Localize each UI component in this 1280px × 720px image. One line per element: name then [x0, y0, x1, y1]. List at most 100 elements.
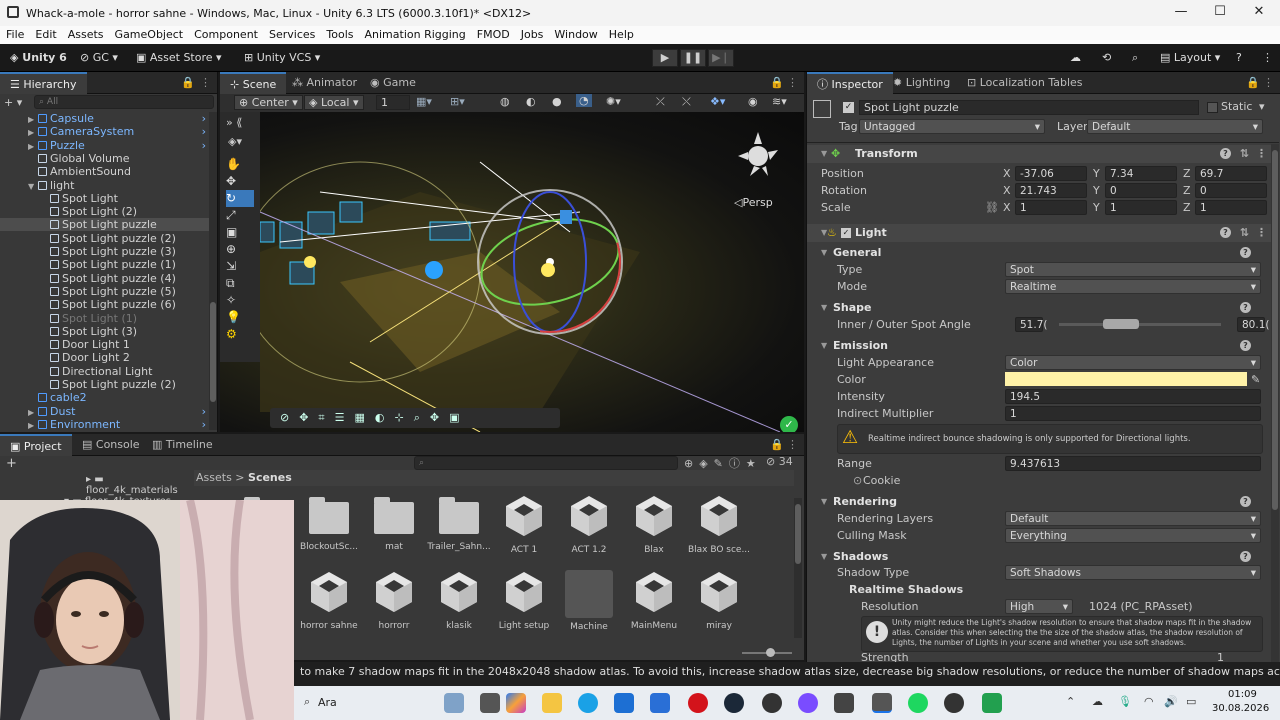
rect-tool-icon[interactable]: ▣	[226, 224, 254, 241]
probe-icon[interactable]: ⚙	[226, 326, 254, 343]
more-icon[interactable]: ⋮	[787, 76, 798, 89]
shading-shaded-icon[interactable]: ●	[552, 95, 562, 108]
chevron-right-icon[interactable]: ›	[202, 405, 206, 418]
space-dropdown[interactable]: ◈ Local ▾	[304, 95, 364, 110]
visibility-icon[interactable]: ◉	[748, 95, 758, 108]
asset-item[interactable]: BlockoutSc...	[297, 494, 361, 552]
rendering-section[interactable]: ▼ Rendering?	[807, 493, 1279, 511]
gizmos-icon[interactable]: ❖▾	[710, 95, 725, 108]
cookie-label[interactable]: Cookie	[863, 472, 900, 489]
snap-icon[interactable]: ⊞▾	[450, 95, 465, 108]
expand-arrow-icon[interactable]: ▶	[28, 126, 38, 139]
expand-arrow-icon[interactable]: ▶	[28, 419, 38, 430]
menu-component[interactable]: Component	[188, 26, 263, 41]
menu-window[interactable]: Window	[548, 26, 602, 41]
menu-jobs[interactable]: Jobs	[515, 26, 549, 41]
persp-label[interactable]: ◁Persp	[734, 196, 773, 209]
hand-tool-icon[interactable]: ✋	[226, 156, 254, 173]
chevron-right-icon[interactable]: ›	[202, 112, 206, 125]
app-icon[interactable]	[944, 693, 964, 713]
scene-viewport[interactable]: » ⟪ ◈▾ ✋ ✥ ↻ ⤢ ▣ ⊕ ⇲ ⧉ ✧ 💡 ⚙ ◁Persp ⊘✥⌗☰…	[220, 112, 804, 432]
step-button[interactable]: ▶❘	[708, 49, 734, 67]
menu-file[interactable]: File	[0, 26, 29, 41]
rotate-tool-icon[interactable]: ↻	[226, 190, 254, 207]
history-icon[interactable]: ⟲	[1098, 49, 1115, 67]
store-icon[interactable]	[614, 693, 634, 713]
steam-icon[interactable]	[724, 693, 744, 713]
component-menu-icon[interactable]: ⋮	[1256, 224, 1267, 242]
rotation-z-field[interactable]: 0	[1195, 183, 1267, 198]
rotation-x-field[interactable]: 21.743	[1015, 183, 1087, 198]
help-icon[interactable]: ?	[1220, 227, 1231, 238]
presets-icon[interactable]: ⇅	[1240, 145, 1249, 163]
lighting-icon[interactable]: ✺▾	[606, 95, 621, 108]
audio-icon[interactable]: ⤬	[682, 95, 691, 109]
link-icon[interactable]: ⛓	[985, 199, 999, 216]
shark-widget-icon[interactable]	[444, 693, 464, 713]
position-x-field[interactable]: -37.06	[1015, 166, 1087, 181]
asset-item[interactable]: mat	[362, 494, 426, 552]
asset-item[interactable]: MainMenu	[622, 570, 686, 631]
scale-x-field[interactable]: 1	[1015, 200, 1087, 215]
tab-scene[interactable]: ⊹ Scene	[220, 72, 287, 94]
help-icon[interactable]: ?	[1220, 148, 1231, 159]
position-z-field[interactable]: 69.7	[1195, 166, 1267, 181]
asset-item[interactable]: klasik	[427, 570, 491, 631]
object-name-field[interactable]: Spot Light puzzle	[859, 100, 1199, 115]
hierarchy-item[interactable]: Spot Light (1)	[0, 312, 210, 325]
hierarchy-item[interactable]: Spot Light puzzle (3)	[0, 245, 210, 258]
layer-dropdown[interactable]: Default ▾	[1087, 119, 1263, 134]
spotify-icon[interactable]	[908, 693, 928, 713]
outer-angle-field[interactable]: 80.1(	[1237, 317, 1269, 332]
lock-icon[interactable]: 🔒	[1246, 76, 1260, 89]
icon-size-handle[interactable]	[766, 648, 775, 657]
spot-angle-range-handle[interactable]	[1103, 319, 1139, 329]
tab-hierarchy[interactable]: ☰ Hierarchy	[0, 72, 87, 94]
expand-arrow-icon[interactable]: ▼	[28, 180, 38, 193]
menu-edit[interactable]: Edit	[29, 26, 61, 41]
menu-assets[interactable]: Assets	[62, 26, 109, 41]
asset-item[interactable]: ACT 1.2	[557, 494, 621, 555]
menu-gameobject[interactable]: GameObject	[109, 26, 189, 41]
scale-y-field[interactable]: 1	[1105, 200, 1177, 215]
eyedropper-icon[interactable]: ✎	[1251, 371, 1260, 388]
obs-icon[interactable]	[762, 693, 782, 713]
culling-mask-dropdown[interactable]: Everything ▾	[1005, 528, 1261, 543]
hierarchy-item[interactable]: ▶ Environment ›	[0, 418, 210, 430]
hierarchy-item[interactable]: Spot Light (2)	[0, 205, 210, 218]
more-icon[interactable]: ⋮	[1263, 76, 1274, 89]
chevron-right-icon[interactable]: ›	[202, 125, 206, 138]
tree-item[interactable]: ▸ ▬ floor_4k_materials	[60, 474, 190, 496]
wifi-icon[interactable]: ◠	[1144, 695, 1154, 708]
edit-collider-icon[interactable]: ⧉	[226, 275, 254, 292]
tab-animator[interactable]: ⁂ Animator	[282, 72, 367, 94]
help-icon[interactable]: ?	[1240, 340, 1251, 351]
help-icon[interactable]: ?	[1240, 247, 1251, 258]
intensity-field[interactable]: 194.5	[1005, 389, 1261, 404]
light-header[interactable]: ▼ ♨ ✓ Light ? ⇅ ⋮	[807, 224, 1279, 242]
expand-arrow-icon[interactable]: ▶	[28, 113, 38, 126]
resolution-dropdown[interactable]: High ▾	[1005, 599, 1073, 614]
project-search[interactable]: ⌕	[414, 456, 678, 470]
tray-app-icon[interactable]: ☁	[1092, 695, 1103, 708]
hierarchy-item[interactable]: ▶ Capsule ›	[0, 112, 210, 125]
presets-icon[interactable]: ⇅	[1240, 224, 1249, 242]
menu-help[interactable]: Help	[603, 26, 639, 41]
tab-localization[interactable]: ⊡ Localization Tables	[957, 72, 1093, 94]
general-section[interactable]: ▼ General?	[807, 244, 1279, 262]
hierarchy-item[interactable]: ▶ CameraSystem ›	[0, 125, 210, 138]
tab-project[interactable]: ▣ Project	[0, 434, 72, 456]
opera-icon[interactable]	[688, 693, 708, 713]
hierarchy-item[interactable]: Spot Light puzzle (6)	[0, 298, 210, 311]
pause-button[interactable]: ❚❚	[680, 49, 706, 67]
asset-item[interactable]: miray	[687, 570, 751, 631]
hierarchy-item[interactable]: Spot Light puzzle (2)	[0, 232, 210, 245]
tab-console[interactable]: ▤ Console	[72, 434, 150, 456]
chevron-right-icon[interactable]: ›	[202, 139, 206, 152]
account-button[interactable]: ⊘ GC ▾	[76, 49, 122, 67]
clock-date[interactable]: 30.08.2026	[1212, 703, 1269, 714]
chevron-right-icon[interactable]: ›	[202, 418, 206, 430]
hierarchy-item[interactable]: Spot Light puzzle (4)	[0, 272, 210, 285]
microphone-icon[interactable]: 🎙	[1118, 695, 1132, 708]
unity-editor-icon[interactable]	[872, 693, 892, 713]
